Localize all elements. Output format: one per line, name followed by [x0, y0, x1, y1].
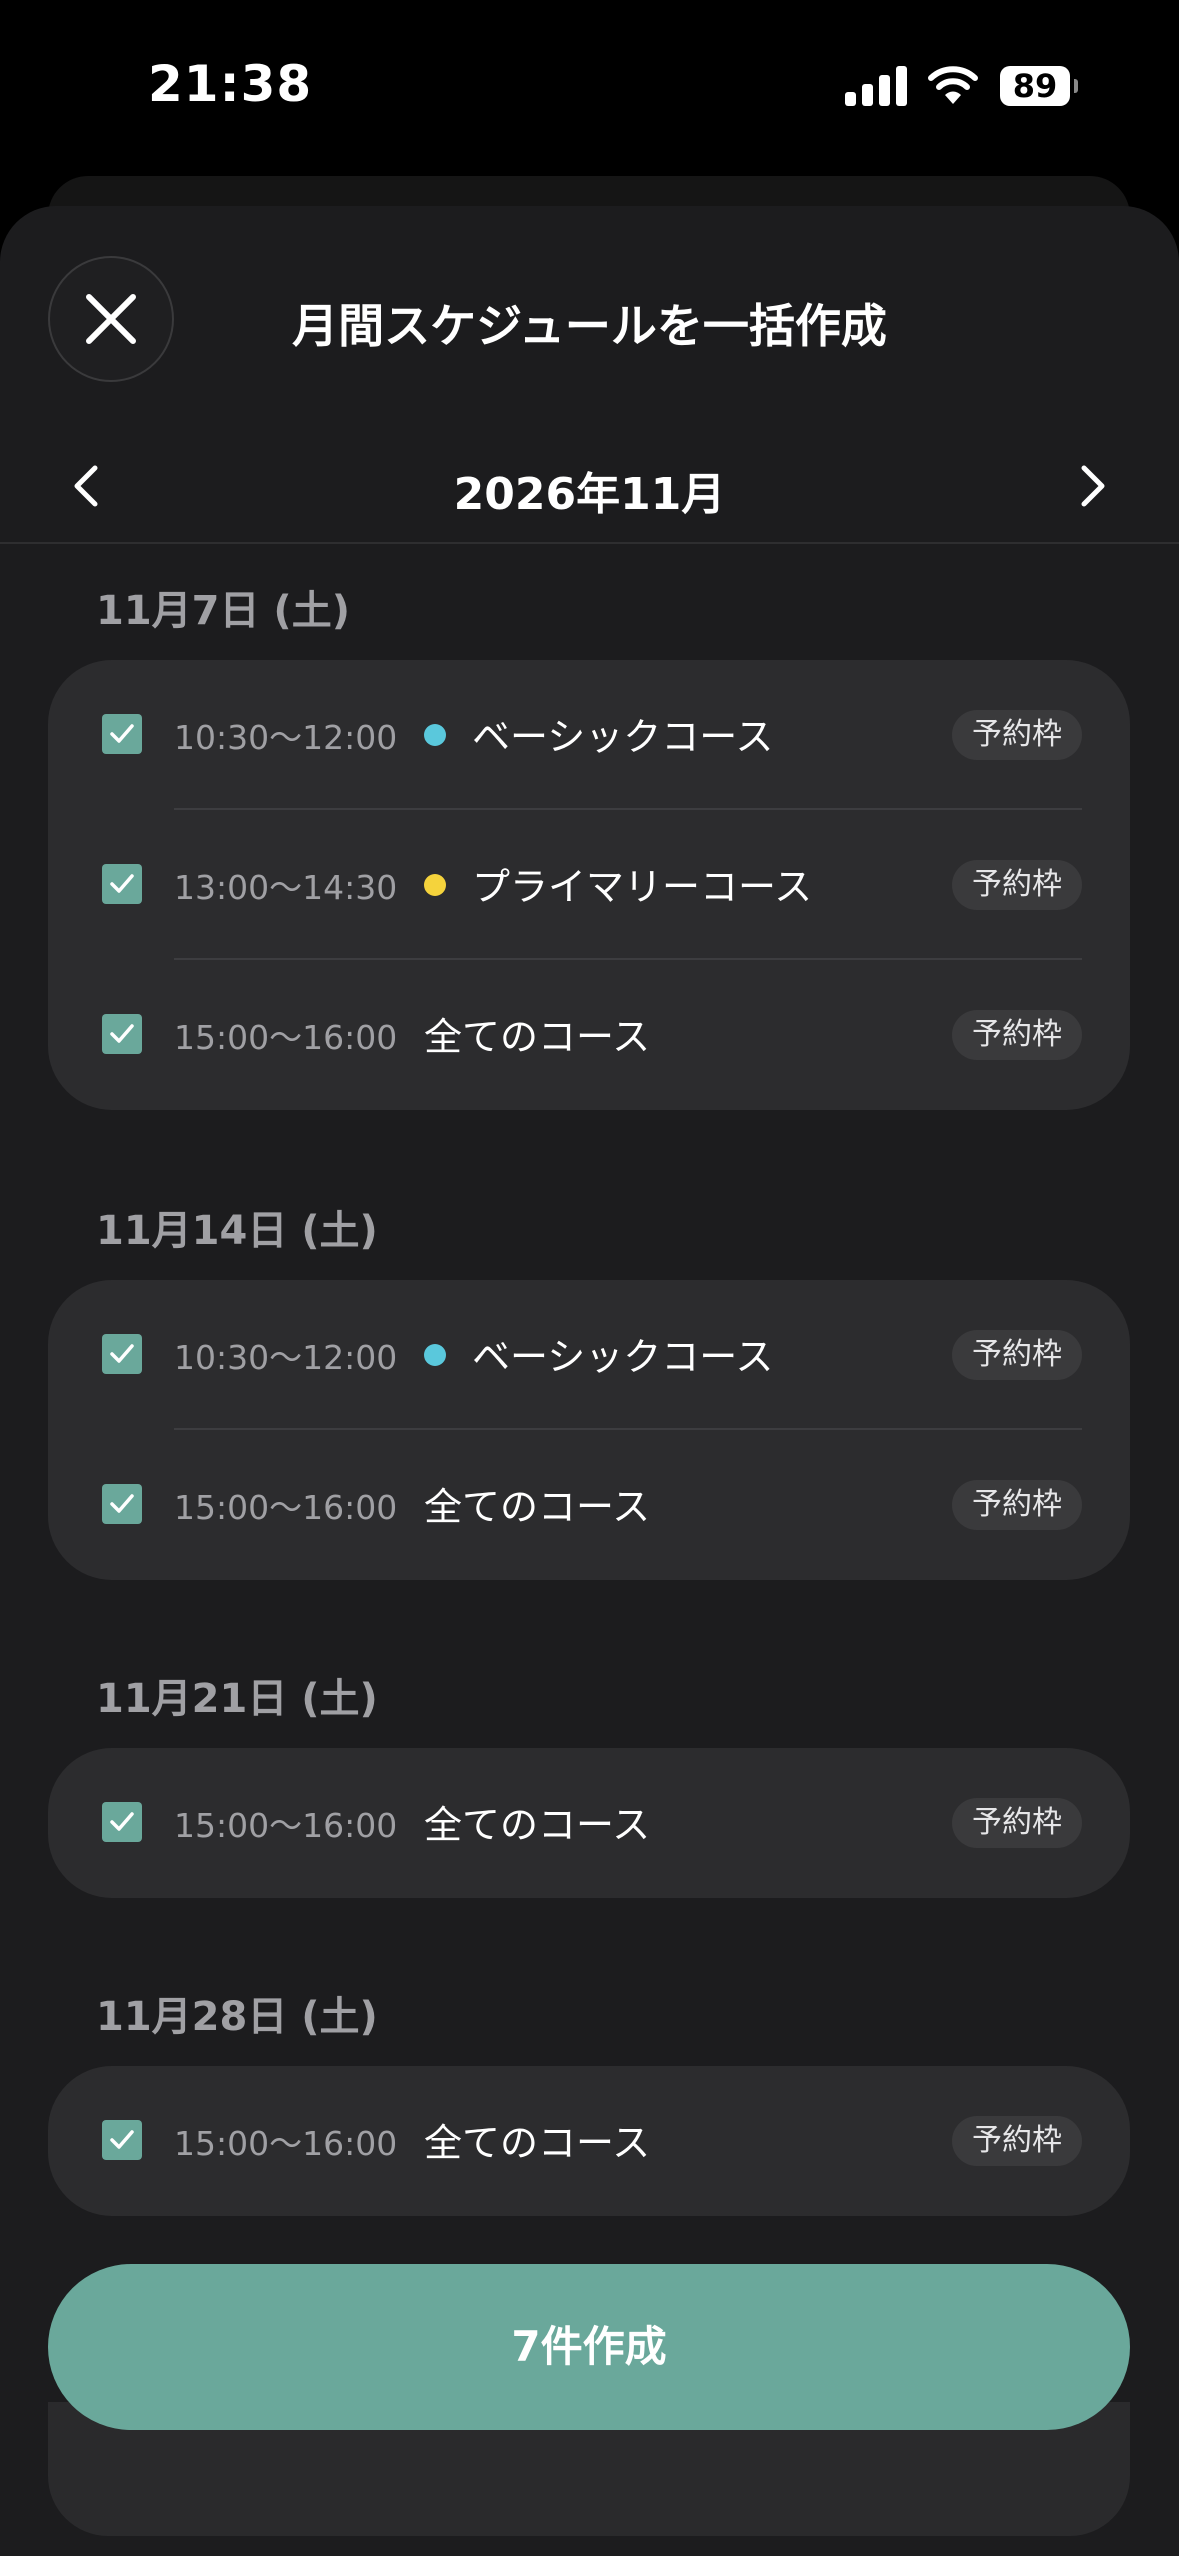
checkmark-icon	[110, 874, 134, 893]
battery-icon: 89	[1000, 66, 1078, 106]
month-navigation: 2026年11月	[0, 436, 1179, 536]
schedule-slot[interactable]: 15:00〜16:00 全てのコース 予約枠	[48, 1748, 1130, 1898]
schedule-slot[interactable]: 10:30〜12:00 ベーシックコース 予約枠	[48, 660, 1130, 810]
date-header: 11月28日 (土)	[96, 1994, 378, 2040]
wifi-icon	[928, 66, 978, 104]
slot-checkbox[interactable]	[102, 1484, 142, 1524]
status-time: 21:38	[148, 55, 313, 113]
schedule-slot[interactable]: 13:00〜14:30 プライマリーコース 予約枠	[48, 810, 1130, 960]
checkmark-icon	[110, 1494, 134, 1513]
checkmark-icon	[110, 724, 134, 743]
slot-time: 15:00〜16:00	[174, 2124, 398, 2163]
slot-checkbox[interactable]	[102, 1334, 142, 1374]
month-label: 2026年11月	[453, 469, 726, 520]
slot-type-badge: 予約枠	[952, 2116, 1082, 2166]
day-card: 15:00〜16:00 全てのコース 予約枠	[48, 2066, 1130, 2216]
slot-time: 15:00〜16:00	[174, 1488, 398, 1527]
sheet-title: 月間スケジュールを一括作成	[292, 299, 887, 353]
course-color-dot	[424, 874, 446, 896]
course-name: 全てのコース	[424, 1015, 651, 1059]
checkmark-icon	[110, 1812, 134, 1831]
chevron-right-icon	[1081, 465, 1105, 507]
schedule-slot[interactable]: 15:00〜16:00 全てのコース 予約枠	[48, 1430, 1130, 1580]
slot-time: 10:30〜12:00	[174, 1338, 398, 1377]
date-header: 11月21日 (土)	[96, 1676, 378, 1722]
course-name: 全てのコース	[424, 1485, 651, 1529]
slot-time: 10:30〜12:00	[174, 718, 398, 757]
bulk-create-sheet: 月間スケジュールを一括作成 2026年11月 11月7日 (土) 10:30〜1…	[0, 206, 1179, 2556]
slot-checkbox[interactable]	[102, 1014, 142, 1054]
schedule-slot[interactable]: 15:00〜16:00 全てのコース 予約枠	[48, 2066, 1130, 2216]
course-color-dot	[424, 1344, 446, 1366]
day-card: 15:00〜16:00 全てのコース 予約枠	[48, 1748, 1130, 1898]
slot-type-badge: 予約枠	[952, 1330, 1082, 1380]
date-header: 11月7日 (土)	[96, 588, 350, 634]
status-bar: 21:38 89	[0, 0, 1179, 170]
checkmark-icon	[110, 1344, 134, 1363]
slot-type-badge: 予約枠	[952, 1010, 1082, 1060]
create-button[interactable]: 7件作成	[48, 2264, 1130, 2430]
slot-time: 15:00〜16:00	[174, 1018, 398, 1057]
course-name: プライマリーコース	[472, 865, 813, 909]
course-name: 全てのコース	[424, 2121, 651, 2165]
date-header: 11月14日 (土)	[96, 1208, 378, 1254]
slot-type-badge: 予約枠	[952, 1798, 1082, 1848]
checkmark-icon	[110, 2130, 134, 2149]
schedule-slot[interactable]: 15:00〜16:00 全てのコース 予約枠	[48, 960, 1130, 1110]
slot-time: 13:00〜14:30	[174, 868, 398, 907]
slot-type-badge: 予約枠	[952, 1480, 1082, 1530]
slot-type-badge: 予約枠	[952, 860, 1082, 910]
course-name: ベーシックコース	[472, 715, 774, 759]
slot-checkbox[interactable]	[102, 714, 142, 754]
slot-type-badge: 予約枠	[952, 710, 1082, 760]
next-month-button[interactable]	[1063, 456, 1123, 516]
slot-time: 15:00〜16:00	[174, 1806, 398, 1845]
slot-checkbox[interactable]	[102, 2120, 142, 2160]
day-card: 10:30〜12:00 ベーシックコース 予約枠 13:00〜14:30 プライ…	[48, 660, 1130, 1110]
course-name: ベーシックコース	[472, 1335, 774, 1379]
cellular-signal-icon	[845, 66, 907, 106]
course-color-dot	[424, 724, 446, 746]
course-name: 全てのコース	[424, 1803, 651, 1847]
schedule-slot[interactable]: 10:30〜12:00 ベーシックコース 予約枠	[48, 1280, 1130, 1430]
day-card: 10:30〜12:00 ベーシックコース 予約枠 15:00〜16:00 全ての…	[48, 1280, 1130, 1580]
slot-checkbox[interactable]	[102, 864, 142, 904]
header-divider	[0, 542, 1179, 544]
checkmark-icon	[110, 1024, 134, 1043]
slot-checkbox[interactable]	[102, 1802, 142, 1842]
